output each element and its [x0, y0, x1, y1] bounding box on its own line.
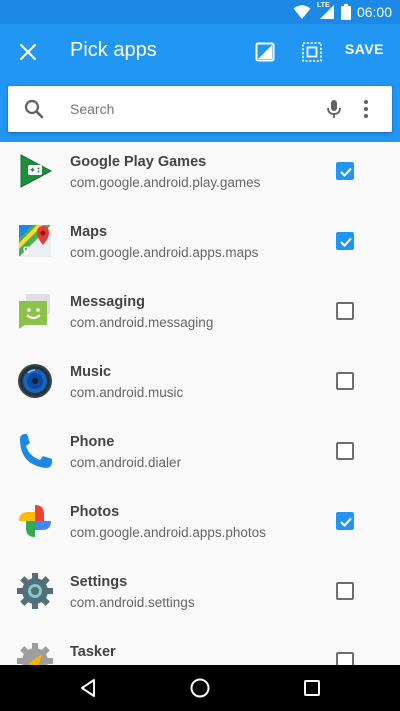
- back-button[interactable]: [76, 676, 100, 700]
- recents-icon: [304, 680, 320, 696]
- check-icon: [340, 237, 352, 247]
- app-package: com.google.android.apps.photos: [70, 525, 266, 540]
- app-name: Music: [70, 364, 112, 380]
- more-options-icon[interactable]: [354, 97, 378, 121]
- search-icon[interactable]: [22, 97, 46, 121]
- battery-icon: [340, 4, 351, 20]
- app-checkbox[interactable]: [336, 302, 354, 320]
- app-package: com.google.android.apps.maps: [70, 245, 259, 260]
- app-name: Settings: [70, 574, 128, 590]
- app-checkbox[interactable]: [336, 162, 354, 180]
- close-button[interactable]: [14, 38, 42, 66]
- app-name: Google Play Games: [70, 154, 207, 170]
- recents-button[interactable]: [300, 676, 324, 700]
- app-package: com.android.music: [70, 385, 184, 400]
- search-bar: [8, 86, 392, 132]
- home-icon: [190, 678, 210, 698]
- tasker-icon: [17, 643, 53, 665]
- app-checkbox[interactable]: [336, 652, 354, 665]
- play-games-icon: [20, 154, 53, 188]
- app-package: com.android.dialer: [70, 455, 182, 470]
- app-row[interactable]: Tasker: [0, 626, 400, 665]
- app-row[interactable]: Google Play Games com.google.android.pla…: [0, 136, 400, 206]
- phone-icon: [20, 434, 52, 468]
- music-icon: [18, 364, 52, 398]
- back-icon: [81, 679, 95, 697]
- app-row[interactable]: Music com.android.music: [0, 346, 400, 416]
- select-all-button[interactable]: [298, 38, 326, 66]
- check-icon: [340, 517, 352, 527]
- app-checkbox[interactable]: [336, 442, 354, 460]
- app-list: Google Play Games com.google.android.pla…: [0, 136, 400, 665]
- search-container: [0, 80, 400, 142]
- invert-selection-icon: [255, 42, 275, 62]
- svg-text:g: g: [23, 244, 29, 255]
- maps-icon: g: [19, 225, 51, 257]
- wifi-icon: [293, 5, 311, 19]
- app-checkbox[interactable]: [336, 512, 354, 530]
- home-button[interactable]: [188, 676, 212, 700]
- status-time: 06:00: [356, 4, 392, 20]
- messaging-icon: [19, 294, 50, 329]
- network-type-label: LTE: [316, 2, 330, 9]
- settings-icon: [17, 573, 53, 609]
- app-name: Phone: [70, 434, 115, 450]
- app-name: Messaging: [70, 294, 145, 310]
- app-row[interactable]: Messaging com.android.messaging: [0, 276, 400, 346]
- app-row[interactable]: Settings com.android.settings: [0, 556, 400, 626]
- app-row[interactable]: Photos com.google.android.apps.photos: [0, 486, 400, 556]
- app-checkbox[interactable]: [336, 232, 354, 250]
- page-title: Pick apps: [70, 39, 157, 61]
- invert-selection-button[interactable]: [251, 38, 279, 66]
- check-icon: [340, 167, 352, 177]
- save-button[interactable]: SAVE: [345, 41, 384, 57]
- app-row[interactable]: Phone com.android.dialer: [0, 416, 400, 486]
- app-package: com.android.messaging: [70, 315, 214, 330]
- mic-icon[interactable]: [322, 97, 346, 121]
- app-bar: Pick apps SAVE: [0, 24, 400, 80]
- app-package: com.google.android.play.games: [70, 175, 261, 190]
- close-icon: [20, 44, 36, 60]
- app-checkbox[interactable]: [336, 372, 354, 390]
- app-name: Maps: [70, 224, 108, 240]
- app-package: com.android.settings: [70, 595, 195, 610]
- search-input[interactable]: [70, 96, 310, 122]
- status-bar: LTE 06:00: [0, 0, 400, 24]
- signal-icon: LTE: [316, 2, 335, 20]
- app-name: Photos: [70, 504, 120, 520]
- app-row[interactable]: g Maps com.google.android.apps.maps: [0, 206, 400, 276]
- navigation-bar: [0, 665, 400, 711]
- app-checkbox[interactable]: [336, 582, 354, 600]
- app-name: Tasker: [70, 644, 116, 660]
- status-icons: LTE 06:00: [293, 2, 392, 21]
- photos-icon: [19, 505, 51, 537]
- select-all-icon: [302, 42, 322, 62]
